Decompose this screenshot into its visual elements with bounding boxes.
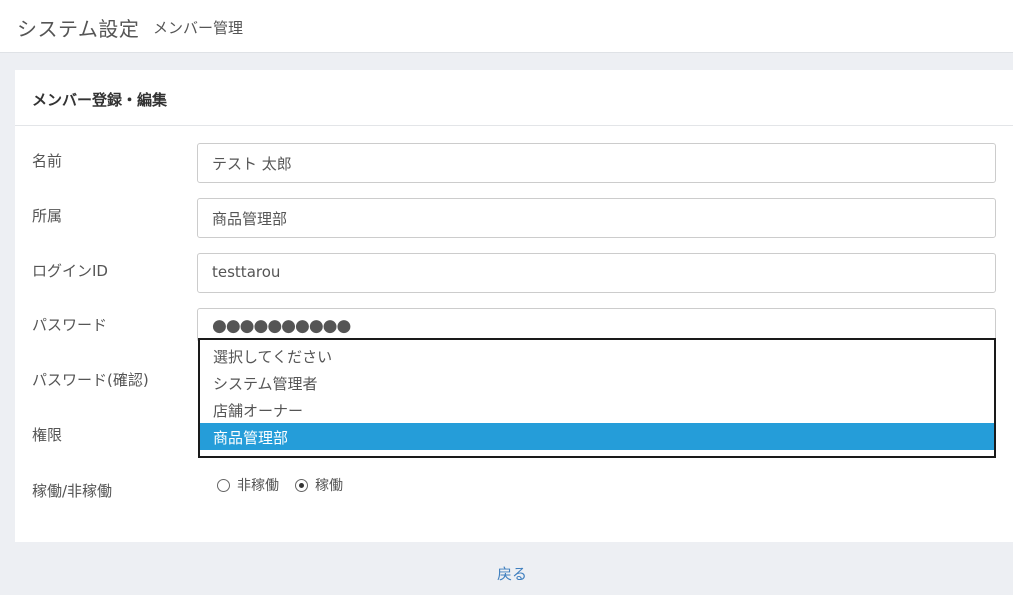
- role-option-selected[interactable]: 商品管理部: [200, 423, 994, 450]
- radio-inactive-label: 非稼働: [237, 478, 279, 494]
- radio-active[interactable]: [295, 478, 308, 492]
- role-option[interactable]: システム管理者: [200, 369, 994, 396]
- password-confirm-label: パスワード(確認): [32, 371, 149, 389]
- app-title: システム設定: [17, 17, 140, 41]
- login-id-input[interactable]: testtarou: [197, 253, 996, 293]
- name-input[interactable]: テスト 太郎: [197, 143, 996, 183]
- member-form-card: メンバー登録・編集 名前 テスト 太郎 所属 商品管理部 ログインID test…: [15, 70, 1013, 542]
- card-title: メンバー登録・編集: [15, 70, 1013, 126]
- status-label: 稼働/非稼働: [32, 482, 113, 500]
- radio-active-label: 稼働: [315, 478, 343, 494]
- name-label: 名前: [32, 152, 63, 170]
- status-option-active[interactable]: 稼働: [295, 475, 343, 495]
- password-label: パスワード: [32, 316, 108, 334]
- login-id-label: ログインID: [32, 262, 108, 280]
- department-label: 所属: [32, 207, 63, 225]
- role-option[interactable]: 店舗オーナー: [200, 396, 994, 423]
- password-input[interactable]: ●●●●●●●●●●: [197, 308, 996, 342]
- status-option-inactive[interactable]: 非稼働: [217, 475, 279, 495]
- top-bar: システム設定 メンバー管理: [0, 0, 1013, 53]
- back-link[interactable]: 戻る: [497, 563, 527, 584]
- role-dropdown-list[interactable]: 選択してください システム管理者 店舗オーナー 商品管理部: [198, 338, 996, 458]
- role-option[interactable]: 選択してください: [200, 342, 994, 369]
- role-label: 権限: [32, 426, 63, 444]
- department-input[interactable]: 商品管理部: [197, 198, 996, 238]
- status-radio-group: 非稼働 稼働: [217, 475, 359, 495]
- page-title: メンバー管理: [153, 19, 244, 37]
- radio-inactive[interactable]: [217, 478, 230, 492]
